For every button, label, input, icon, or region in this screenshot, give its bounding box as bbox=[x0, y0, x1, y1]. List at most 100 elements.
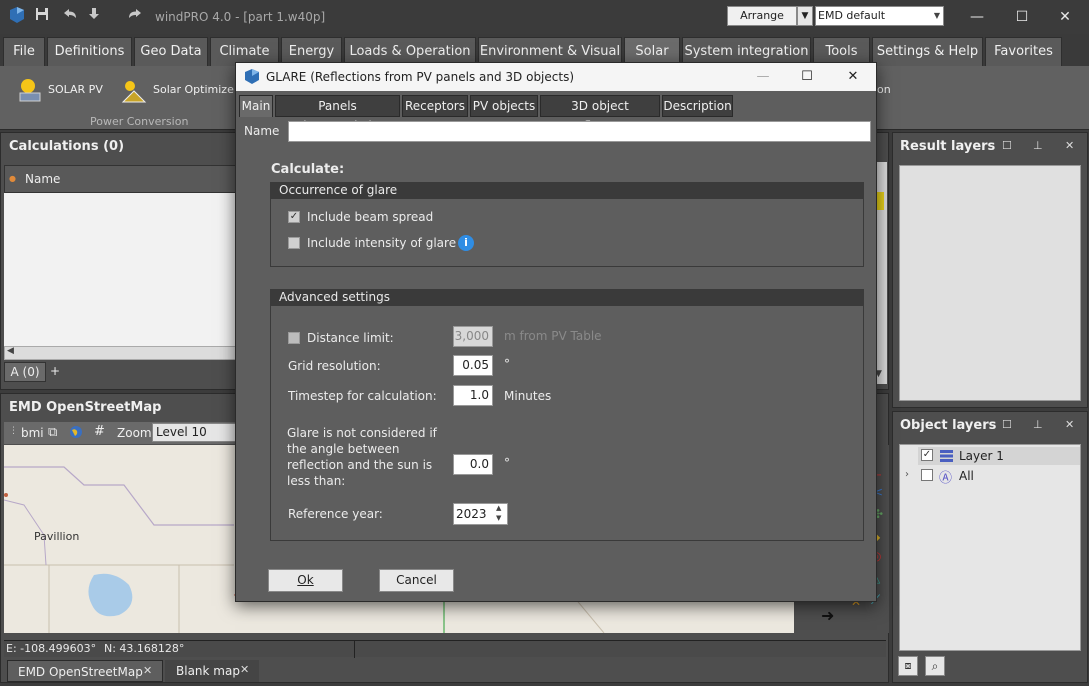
map-statusbar: E: -108.499603° N: 43.168128° bbox=[4, 640, 886, 658]
map-title: EMD OpenStreetMap bbox=[9, 400, 162, 415]
zoom-label: Zoom bbox=[117, 426, 152, 440]
result-layers-title: Result layers bbox=[900, 139, 996, 154]
download-arrow-icon[interactable] bbox=[88, 7, 100, 25]
close-tab-icon[interactable]: ✕ bbox=[143, 664, 152, 677]
dialog-tab-3d-object-reflectors[interactable]: 3D object reflectors bbox=[540, 95, 660, 133]
float-panel-icon[interactable]: ☐ bbox=[1002, 418, 1012, 431]
zoom-select-value: Level 10 bbox=[156, 425, 207, 439]
ribbon-group-label: Power Conversion bbox=[90, 115, 189, 128]
coord-easting: E: -108.499603° bbox=[6, 642, 97, 655]
globe-icon[interactable] bbox=[69, 425, 83, 442]
undo-icon[interactable] bbox=[62, 7, 78, 25]
calc-add-tab-button[interactable]: + bbox=[48, 362, 62, 382]
pin-icon[interactable]: ⊥ bbox=[1033, 139, 1043, 152]
calc-tab-a[interactable]: A (0) bbox=[4, 362, 46, 382]
copy-icon[interactable]: ⧉ bbox=[48, 425, 57, 440]
minimize-button[interactable]: — bbox=[962, 6, 992, 28]
menu-tab-settings-help[interactable]: Settings & Help bbox=[872, 37, 983, 66]
new-layer-button[interactable]: ⧈ bbox=[898, 656, 918, 676]
solar-optimize-icon[interactable] bbox=[120, 78, 148, 107]
maximize-button[interactable]: ☐ bbox=[1007, 6, 1037, 28]
glare-dialog: GLARE (Reflections from PV panels and 3D… bbox=[235, 62, 877, 602]
zoom-select[interactable]: Level 10 bbox=[152, 423, 236, 442]
dialog-tab-main[interactable]: Main bbox=[239, 95, 273, 117]
intensity-checkbox[interactable] bbox=[288, 237, 300, 249]
grid-resolution-unit: ° bbox=[504, 357, 510, 371]
map-place-label: Pavillion bbox=[34, 530, 80, 543]
timestep-unit: Minutes bbox=[504, 389, 552, 403]
calculations-title: Calculations (0) bbox=[9, 139, 125, 154]
dialog-titlebar: GLARE (Reflections from PV panels and 3D… bbox=[236, 63, 876, 91]
reference-year-spinner[interactable]: 2023 ▲ ▼ bbox=[453, 503, 508, 525]
map-toolbar: ⋮ bmi ⧉ # Zoom Level 10 bbox=[4, 422, 236, 444]
layer1-label: Layer 1 bbox=[959, 449, 1004, 463]
ribbon-truncated-label: on bbox=[877, 83, 891, 96]
grid-resolution-input[interactable]: 0.05 bbox=[453, 355, 493, 376]
tool-black-arrow-icon[interactable]: ➜ bbox=[821, 606, 834, 625]
close-panel-icon[interactable]: ✕ bbox=[1065, 139, 1074, 152]
grid-resolution-label: Grid resolution: bbox=[288, 359, 381, 373]
bmi-label[interactable]: bmi bbox=[21, 426, 44, 440]
solar-pv-icon[interactable] bbox=[16, 76, 44, 107]
arrange-button[interactable]: Arrange bbox=[727, 6, 797, 26]
all-checkbox[interactable] bbox=[921, 469, 933, 481]
layout-select[interactable]: EMD default ▼ bbox=[815, 6, 944, 26]
map-tab-blank-label: Blank map bbox=[176, 664, 240, 678]
menu-tab-favorites[interactable]: Favorites bbox=[985, 37, 1062, 66]
distance-limit-input[interactable]: 3,000 bbox=[453, 326, 493, 347]
scroll-left-icon[interactable]: ◀ bbox=[7, 346, 14, 356]
calc-h-scrollbar[interactable]: ◀ bbox=[4, 346, 236, 360]
beam-spread-label: Include beam spread bbox=[307, 210, 434, 224]
result-layers-list[interactable] bbox=[899, 165, 1081, 401]
map-tab-blank[interactable]: Blank map ✕ bbox=[165, 660, 259, 682]
dialog-maximize-button[interactable]: ☐ bbox=[794, 67, 820, 87]
pin-icon[interactable]: ⊥ bbox=[1033, 418, 1043, 431]
distance-limit-unit: m from PV Table bbox=[504, 329, 602, 343]
calculate-heading: Calculate: bbox=[271, 162, 345, 177]
calculations-list[interactable] bbox=[4, 193, 236, 346]
cancel-button[interactable]: Cancel bbox=[379, 569, 454, 592]
object-layers-title: Object layers bbox=[900, 418, 997, 433]
tree-item-layer1[interactable]: ✓ Layer 1 bbox=[918, 447, 1080, 465]
search-icon[interactable]: ⌕ bbox=[925, 656, 945, 676]
menu-tab-geo-data[interactable]: Geo Data bbox=[134, 37, 208, 66]
all-label: All bbox=[959, 469, 974, 483]
dialog-tab-receptors[interactable]: Receptors bbox=[402, 95, 468, 117]
ok-button[interactable]: Ok bbox=[268, 569, 343, 592]
arrange-dropdown-icon[interactable]: ▼ bbox=[797, 6, 813, 26]
app-titlebar: windPRO 4.0 - [part 1.w40p] Arrange ▼ EM… bbox=[0, 0, 1089, 34]
calculations-header: ● Name bbox=[4, 165, 236, 193]
tree-item-all[interactable]: Ⓐ All bbox=[918, 467, 1080, 486]
close-button[interactable]: ✕ bbox=[1050, 6, 1080, 28]
redo-icon[interactable] bbox=[127, 7, 143, 25]
name-input[interactable] bbox=[288, 121, 871, 142]
map-tab-osm[interactable]: EMD OpenStreetMap ✕ bbox=[7, 660, 163, 682]
distance-limit-checkbox[interactable] bbox=[288, 332, 300, 344]
spin-up-icon[interactable]: ▲ bbox=[496, 504, 501, 512]
layer1-checkbox[interactable]: ✓ bbox=[921, 449, 933, 461]
info-icon[interactable]: i bbox=[458, 235, 474, 251]
menu-tab-file[interactable]: File bbox=[3, 37, 45, 66]
dialog-tab-pv-objects[interactable]: PV objects bbox=[470, 95, 538, 117]
solar-pv-button[interactable]: SOLAR PV bbox=[48, 83, 103, 96]
spin-down-icon[interactable]: ▼ bbox=[496, 514, 501, 522]
name-label: Name bbox=[244, 124, 280, 138]
windpro-logo-icon bbox=[244, 68, 260, 88]
grid-icon[interactable]: # bbox=[94, 424, 105, 439]
dialog-tab-panels-characteristic[interactable]: Panels characteristic bbox=[275, 95, 400, 133]
close-tab-icon[interactable]: ✕ bbox=[240, 663, 249, 676]
menu-tab-definitions[interactable]: Definitions bbox=[47, 37, 132, 66]
occurrence-group bbox=[270, 198, 864, 267]
float-panel-icon[interactable]: ☐ bbox=[1002, 139, 1012, 152]
close-panel-icon[interactable]: ✕ bbox=[1065, 418, 1074, 431]
timestep-input[interactable]: 1.0 bbox=[453, 385, 493, 406]
calc-col-name[interactable]: Name bbox=[25, 172, 60, 186]
save-icon[interactable] bbox=[35, 7, 49, 25]
dialog-minimize-button[interactable]: — bbox=[750, 67, 776, 87]
dialog-tab-description[interactable]: Description bbox=[662, 95, 733, 117]
angle-threshold-input[interactable]: 0.0 bbox=[453, 454, 493, 475]
expand-icon[interactable]: › bbox=[905, 469, 909, 480]
beam-spread-checkbox[interactable]: ✓ bbox=[288, 211, 300, 223]
dialog-close-button[interactable]: ✕ bbox=[840, 67, 866, 87]
scroll-thumb[interactable] bbox=[876, 192, 884, 210]
